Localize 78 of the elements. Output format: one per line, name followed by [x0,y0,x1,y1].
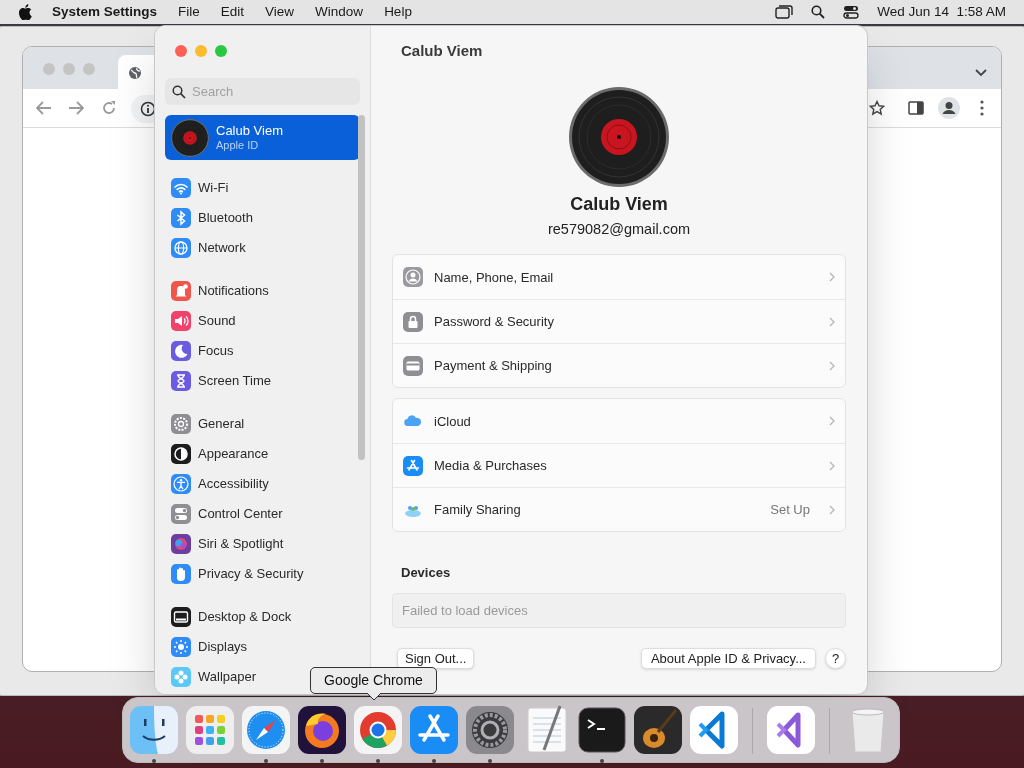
window-close-button[interactable] [175,45,187,57]
window-title: Calub Viem [401,41,483,61]
sidebar-item[interactable]: Appearance [165,439,360,469]
lock-icon [403,311,423,332]
search-icon[interactable] [811,5,826,19]
info-icon[interactable] [140,101,156,117]
terminal-icon[interactable] [576,704,628,756]
settings-row[interactable]: iCloud [393,399,845,444]
sidebar-item[interactable]: Sound [165,306,360,336]
sidebar-item[interactable]: General [165,409,360,439]
app-menu[interactable]: System Settings [52,1,158,23]
app-store-icon[interactable] [408,704,460,756]
app-grid-icon[interactable] [184,704,236,756]
help-button[interactable]: ? [825,647,846,669]
scrollbar[interactable] [358,115,365,460]
chevron-right-icon [829,360,835,371]
globe-icon[interactable] [128,66,142,80]
sidebar-item[interactable]: Focus [165,336,360,366]
menu-item[interactable]: Edit [220,1,245,23]
sidebar-item[interactable]: Notifications [165,276,360,306]
settings-row[interactable]: Media & Purchases [393,443,845,488]
chevron-down-icon[interactable] [975,69,987,77]
chevron-right-icon [829,272,835,283]
menu-item[interactable]: View [265,1,295,23]
profile-icon[interactable] [938,97,960,119]
account-name: Calub Viem [216,122,283,138]
section-heading: Devices [401,564,452,583]
gear-icon[interactable] [464,704,516,756]
code-editor-icon[interactable] [688,704,740,756]
sidebar-item[interactable]: Control Center [165,499,360,529]
sidebar-item[interactable]: Desktop & Dock [165,602,360,632]
sidebar-item[interactable]: Bluetooth [165,203,360,233]
sidebar-item[interactable]: Network [165,233,360,263]
menu-item[interactable]: Help [384,1,412,23]
profile-email: re579082@gmail.com [547,219,691,239]
account-item[interactable]: Calub Viem Apple ID [165,115,360,160]
windows-icon[interactable] [775,5,794,19]
store-icon [403,455,423,476]
chevron-right-icon [829,316,835,327]
sign-out-button[interactable]: Sign Out... [397,647,475,669]
menu-item[interactable]: File [178,1,200,23]
search-field[interactable]: Search [165,78,360,105]
chevron-right-icon [829,504,835,515]
chevron-right-icon [829,460,835,471]
chevron-right-icon [829,416,835,427]
settings-row[interactable]: Payment & Shipping [393,343,845,388]
row-detail: Set Up [770,501,810,519]
reload-icon[interactable] [101,100,117,116]
code-editor-icon[interactable] [765,704,817,756]
sidebar-item[interactable]: Screen Time [165,366,360,396]
side-panel-icon[interactable] [908,101,924,115]
chrome-icon[interactable] [352,704,404,756]
sidebar-item[interactable]: Siri & Spotlight [165,529,360,559]
devices-message: Failed to load devices [402,601,528,620]
fox-globe-icon[interactable] [296,704,348,756]
account-subtitle: Apple ID [216,137,260,153]
contact-icon [403,267,423,288]
card-icon [403,355,423,376]
menubar-clock[interactable]: Wed Jun 14 1:58 AM [877,1,1006,23]
control-center-icon[interactable] [843,5,860,19]
settings-row[interactable]: Family Sharing Set Up [393,487,845,532]
sidebar-item[interactable]: Accessibility [165,469,360,499]
search-icon [172,85,186,99]
about-button[interactable]: About Apple ID & Privacy... [640,647,816,669]
forward-arrow-icon[interactable] [68,101,84,115]
sidebar-item[interactable]: Displays [165,632,360,662]
guitar-icon[interactable] [632,704,684,756]
sidebar-item[interactable]: Wi-Fi [165,173,360,203]
apple-logo-icon[interactable] [18,4,32,20]
sidebar-item[interactable]: Privacy & Security [165,559,360,589]
finder-face-icon[interactable] [128,704,180,756]
profile-name: Calub Viem [570,192,668,216]
settings-row[interactable]: Password & Security [393,299,845,344]
more-icon[interactable] [980,100,984,116]
menu-item[interactable]: Window [315,1,364,23]
settings-row[interactable]: Name, Phone, Email [393,255,845,300]
back-arrow-icon[interactable] [36,101,52,115]
star-icon[interactable] [869,100,885,116]
